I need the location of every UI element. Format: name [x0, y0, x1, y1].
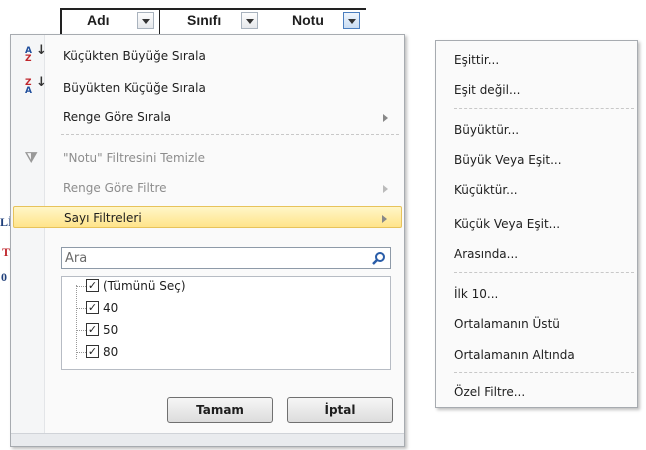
checkbox-icon[interactable]: ✓ — [86, 345, 99, 358]
checkbox-icon[interactable]: ✓ — [86, 323, 99, 336]
clear-filter-icon: ⧩ — [25, 150, 38, 166]
cell-fragment: T — [2, 245, 11, 259]
menu-item-label: Küçükten Büyüğe Sırala — [63, 49, 206, 63]
submenu-item-greater-equal[interactable]: Büyük Veya Eşit... — [454, 149, 562, 171]
tree-item-label: 40 — [103, 301, 119, 315]
submenu-arrow-icon — [383, 185, 388, 193]
tree-item-label: 80 — [103, 345, 119, 359]
submenu-arrow-icon — [383, 114, 388, 122]
submenu-item-equals[interactable]: Eşittir... — [454, 49, 499, 71]
header-label: Adı — [87, 12, 110, 28]
filter-menu: A Z ↓ Küçükten Büyüğe Sırala Z A ↓ Büyükten … — [10, 34, 405, 447]
menu-item-label: Renge Göre Sırala — [63, 110, 172, 124]
cancel-button[interactable]: İptal — [287, 397, 393, 423]
tree-line — [76, 308, 86, 309]
search-icon — [372, 252, 385, 265]
checkbox-icon[interactable]: ✓ — [86, 301, 99, 314]
menu-item-label: Renge Göre Filtre — [63, 181, 167, 195]
cell-fragment: 0 — [1, 270, 7, 284]
ok-button[interactable]: Tamam — [167, 397, 273, 423]
menu-item-label: "Notu" Filtresini Temizle — [63, 151, 205, 165]
dropdown-arrow-icon[interactable] — [241, 12, 258, 29]
tree-item-label: (Tümünü Seç) — [103, 279, 186, 293]
menu-item-sort-color[interactable]: Renge Göre Sırala — [13, 106, 402, 128]
tree-line — [76, 352, 86, 353]
header-label: Sınıfı — [187, 12, 222, 28]
menu-separator — [454, 108, 634, 109]
resize-grip[interactable] — [11, 433, 404, 446]
number-filters-submenu: Eşittir... Eşit değil... Büyüktür... Büy… — [435, 40, 638, 408]
menu-separator — [454, 372, 634, 373]
tree-line — [76, 286, 86, 287]
submenu-arrow-icon — [382, 215, 387, 223]
menu-item-sort-asc[interactable]: A Z ↓ Küçükten Büyüğe Sırala — [13, 43, 402, 67]
menu-item-label: Sayı Filtreleri — [64, 211, 142, 225]
submenu-item-above-average[interactable]: Ortalamanın Üstü — [454, 313, 560, 335]
submenu-item-between[interactable]: Arasında... — [454, 243, 518, 265]
header-adi: Adı — [62, 9, 162, 33]
submenu-item-less[interactable]: Küçüktür... — [454, 179, 518, 201]
header-sinifi: Sınıfı — [160, 9, 260, 33]
menu-item-label: Büyükten Küçüğe Sırala — [63, 81, 206, 95]
menu-separator — [454, 272, 634, 273]
value-tree: ✓ (Tümünü Seç) ✓ 40 ✓ 50 ✓ 80 — [61, 276, 391, 370]
menu-item-number-filters[interactable]: Sayı Filtreleri — [13, 206, 402, 228]
submenu-item-less-equal[interactable]: Küçük Veya Eşit... — [454, 213, 560, 235]
submenu-item-not-equals[interactable]: Eşit değil... — [454, 79, 520, 101]
sort-ascending-icon: A Z ↓ — [25, 43, 47, 64]
header-label: Notu — [292, 12, 324, 28]
checkbox-icon[interactable]: ✓ — [86, 279, 99, 292]
search-input[interactable]: Ara — [61, 247, 391, 269]
header-notu: Notu — [262, 9, 366, 33]
dropdown-arrow-icon[interactable] — [137, 12, 154, 29]
menu-item-filter-color: Renge Göre Filtre — [13, 177, 402, 199]
submenu-item-below-average[interactable]: Ortalamanın Altında — [454, 344, 575, 366]
tree-line — [76, 285, 77, 359]
dropdown-arrow-icon[interactable] — [343, 12, 360, 29]
submenu-item-custom-filter[interactable]: Özel Filtre... — [454, 381, 525, 403]
menu-item-clear-filter: ⧩ "Notu" Filtresini Temizle — [13, 147, 402, 169]
search-placeholder: Ara — [65, 251, 88, 266]
submenu-item-top10[interactable]: İlk 10... — [454, 283, 498, 305]
submenu-item-greater[interactable]: Büyüktür... — [454, 119, 519, 141]
menu-item-sort-desc[interactable]: Z A ↓ Büyükten Küçüğe Sırala — [13, 75, 402, 99]
tree-item-label: 50 — [103, 323, 119, 337]
menu-separator — [61, 134, 399, 135]
sort-descending-icon: Z A ↓ — [25, 75, 47, 96]
tree-line — [76, 330, 86, 331]
